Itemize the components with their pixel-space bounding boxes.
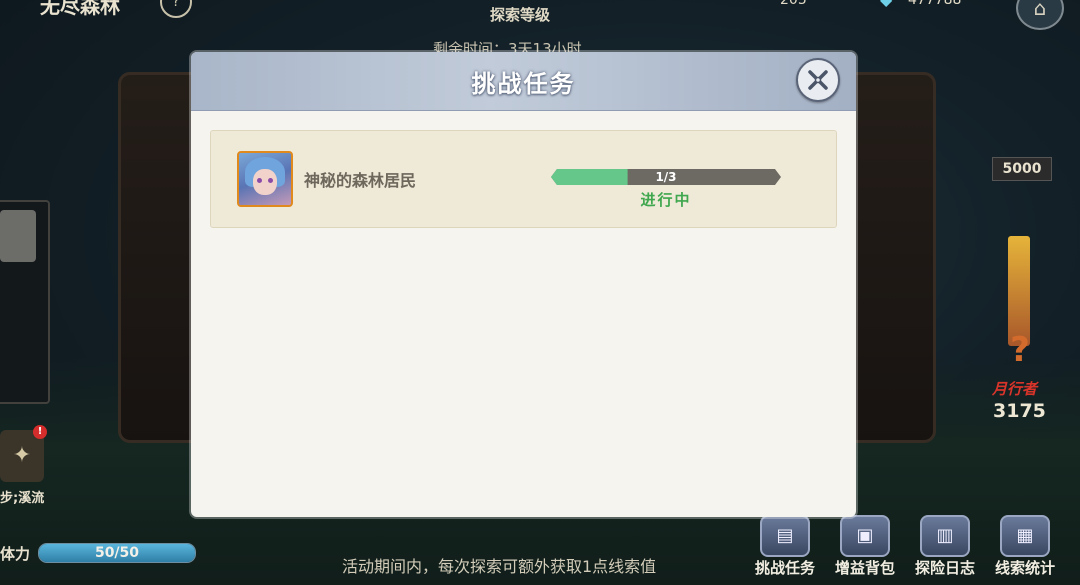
resource-1-value: 205 xyxy=(780,0,807,8)
backpack-icon: ▣ xyxy=(840,515,890,557)
menu-label: 挑战任务 xyxy=(754,559,815,577)
task-status: 进行中 xyxy=(640,191,692,209)
menu-clue-stats[interactable]: ▦ 线索统计 xyxy=(988,515,1062,578)
menu-label: 线索统计 xyxy=(994,559,1055,577)
rank-badge-icon[interactable]: ? xyxy=(988,330,1052,384)
scroll-icon: ▤ xyxy=(760,515,810,557)
alert-badge: ! xyxy=(33,425,47,439)
close-icon xyxy=(808,70,828,90)
stamina-text: 50/50 xyxy=(94,545,140,561)
gauge-rank-title: 月行者 xyxy=(992,380,1038,398)
journal-icon: ▥ xyxy=(920,515,970,557)
menu-challenge-tasks[interactable]: ▤ 挑战任务 xyxy=(748,515,822,578)
area-title: 无尽森林 xyxy=(40,0,120,18)
explore-level-label: 探索等级 xyxy=(490,6,551,24)
gauge-max-value: 5000 xyxy=(992,157,1052,181)
resource-2-value: 477788 xyxy=(908,0,962,8)
menu-buff-backpack[interactable]: ▣ 增益背包 xyxy=(828,515,902,578)
gauge-current-value: 3175 xyxy=(993,400,1046,422)
chart-icon: ▦ xyxy=(1000,515,1050,557)
menu-label: 增益背包 xyxy=(834,559,895,577)
map-label: 步;溪流 xyxy=(0,491,45,506)
challenge-task-dialog: 挑战任务 神秘的森林居民 1/3 进行中 xyxy=(191,52,856,517)
task-name: 神秘的森林居民 xyxy=(304,171,417,190)
bottom-tip: 活动期间内，每次探索可额外获取1点线索值 xyxy=(342,557,657,576)
menu-label: 探险日志 xyxy=(914,559,975,577)
task-progress-bar: 1/3 xyxy=(551,169,781,185)
gem-icon: ◆ xyxy=(880,0,902,9)
dialog-title: 挑战任务 xyxy=(471,70,576,98)
stamina-bar: 50/50 xyxy=(38,543,196,563)
menu-adventure-log[interactable]: ▥ 探险日志 xyxy=(908,515,982,578)
task-avatar xyxy=(237,151,293,207)
stamina-label: 体力 xyxy=(0,545,31,563)
dialog-header: 挑战任务 xyxy=(191,52,856,111)
bottom-menu: ▤ 挑战任务 ▣ 增益背包 ▥ 探险日志 ▦ 线索统计 xyxy=(748,515,1062,578)
task-row[interactable]: 神秘的森林居民 1/3 进行中 xyxy=(210,130,837,228)
close-button[interactable] xyxy=(796,58,840,102)
task-progress-text: 1/3 xyxy=(655,170,677,184)
